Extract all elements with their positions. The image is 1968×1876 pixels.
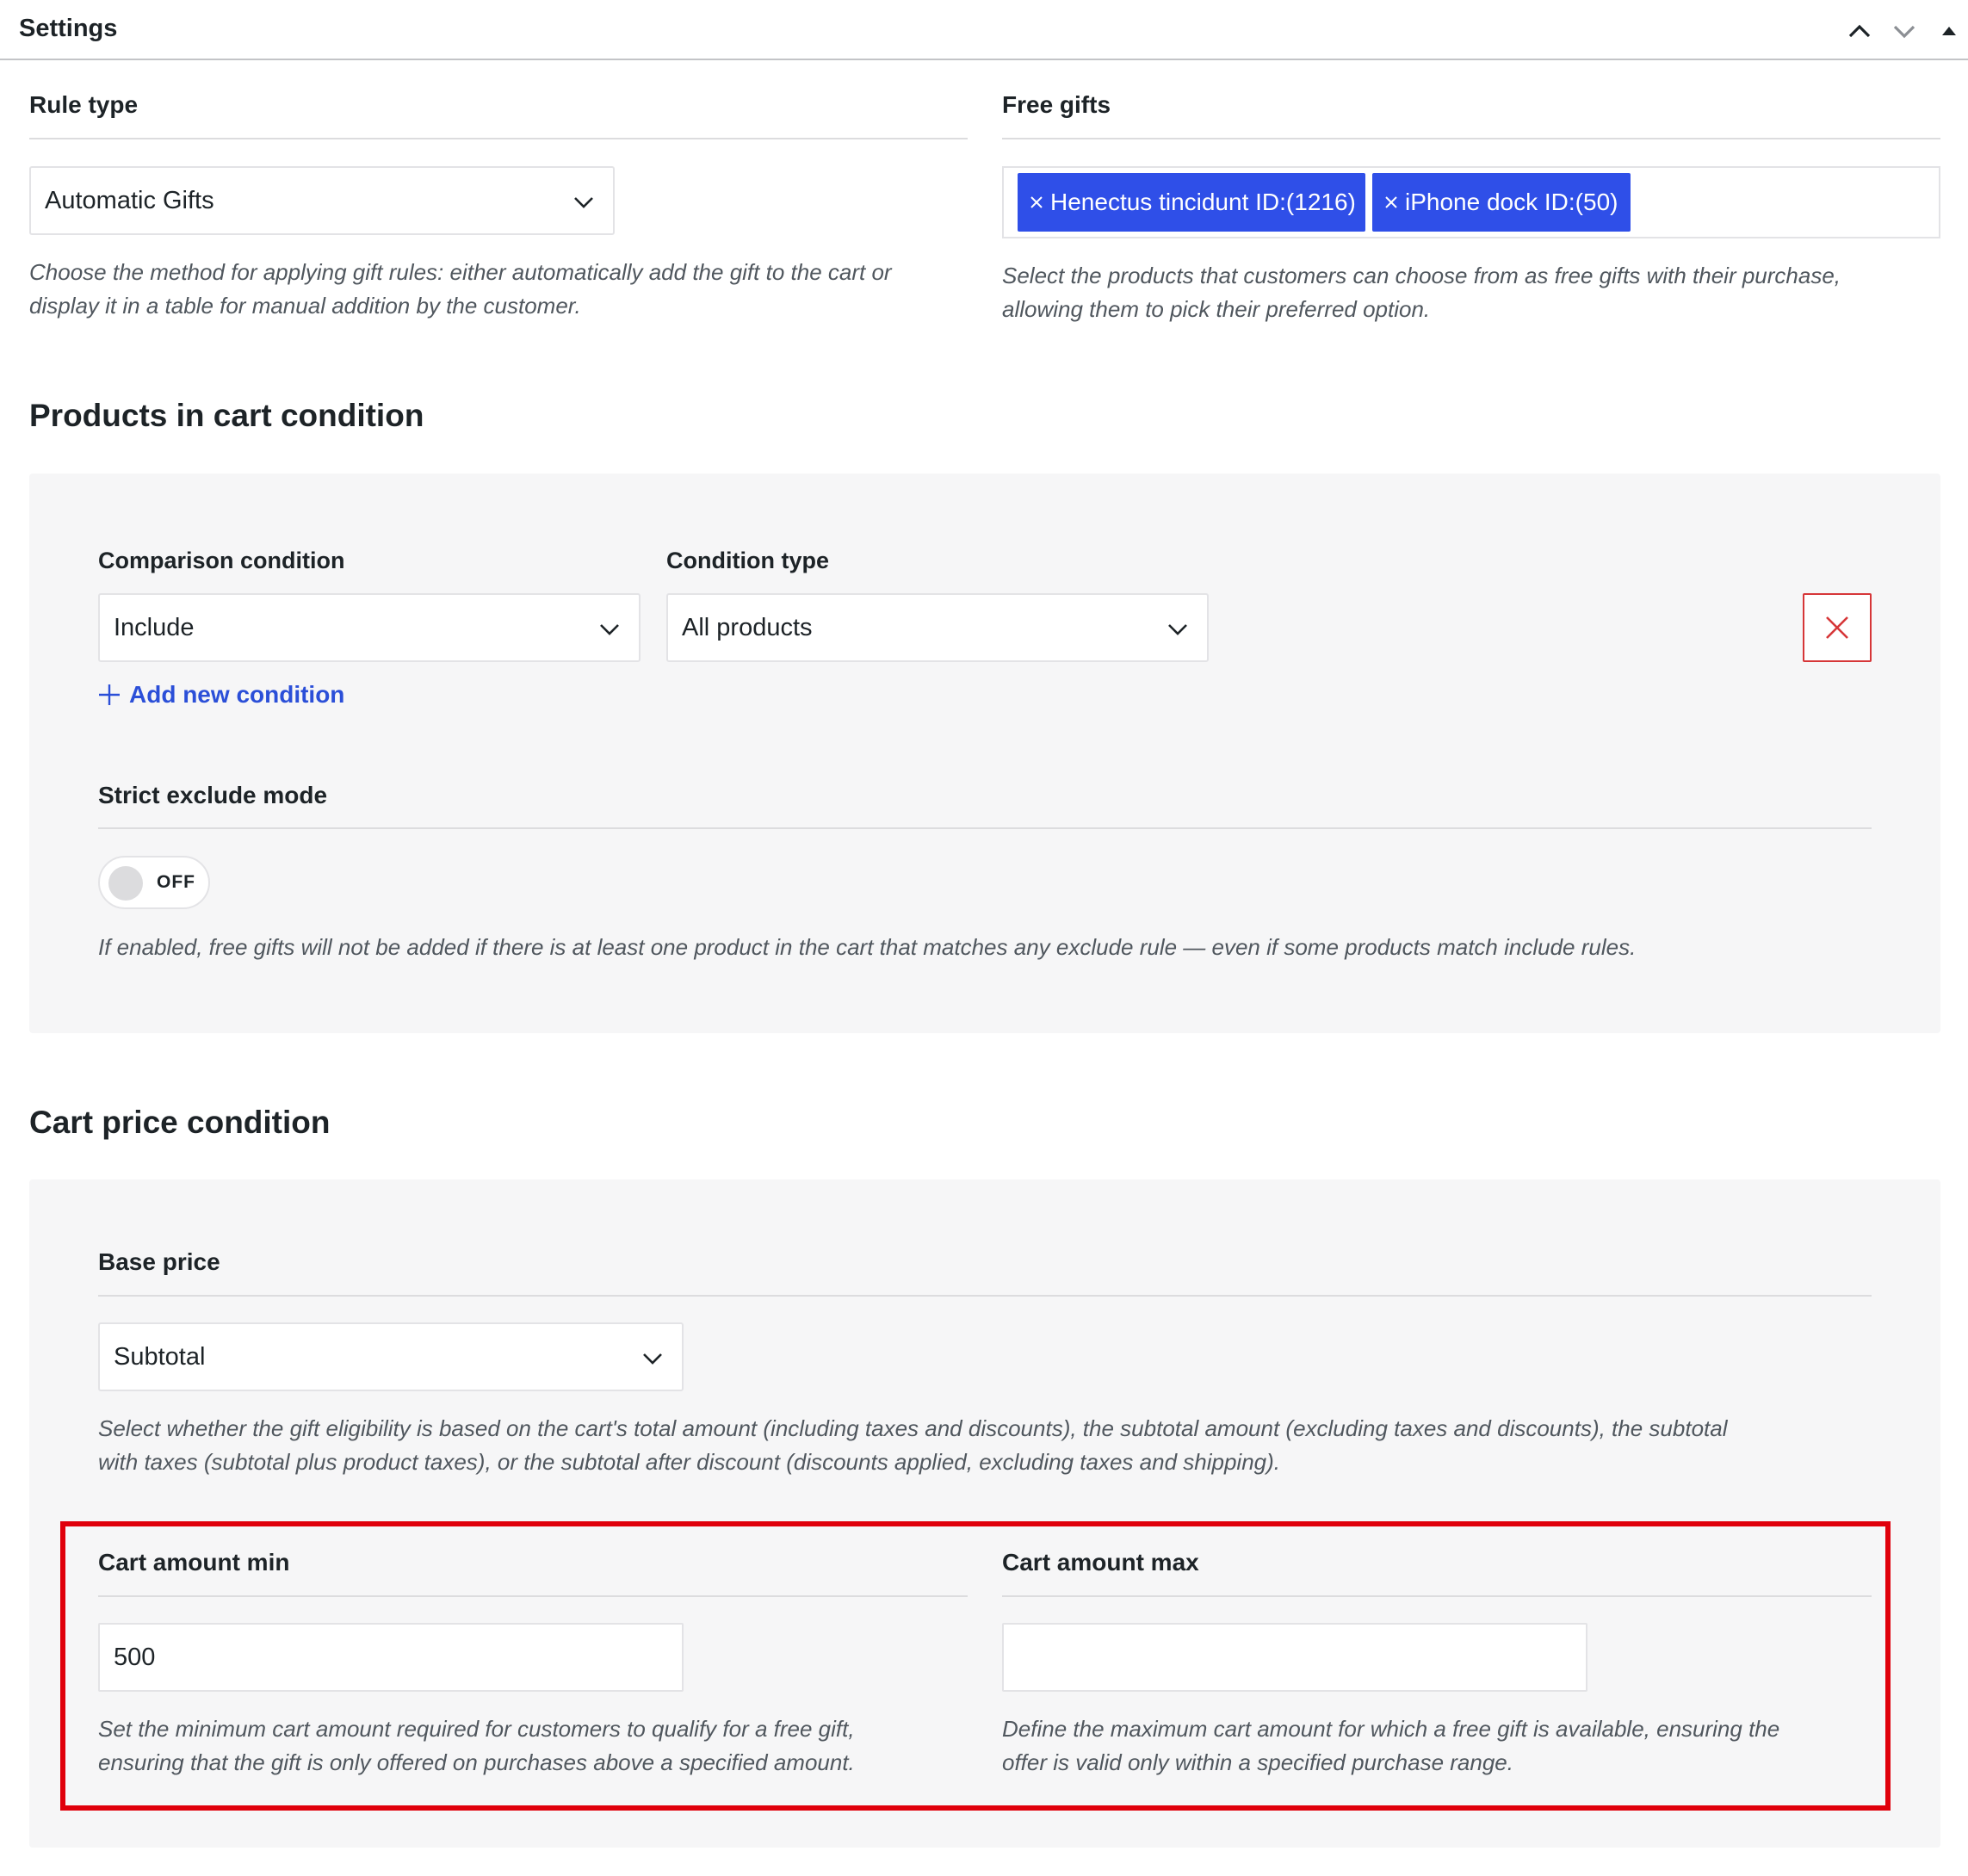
chevron-down-icon — [574, 197, 593, 208]
comparison-condition-label: Comparison condition — [98, 548, 345, 573]
base-price-select[interactable]: Subtotal — [98, 1322, 684, 1391]
toggle-panel-button[interactable] — [1932, 14, 1966, 48]
plus-icon — [99, 684, 120, 705]
gift-tag-label: iPhone dock ID:(50) — [1405, 189, 1618, 215]
free-gifts-field[interactable]: Henectus tincidunt ID:(1216) iPhone dock… — [1002, 166, 1940, 238]
triangle-up-icon — [1942, 27, 1956, 35]
section-title: Products in cart condition — [29, 398, 424, 433]
remove-tag-icon[interactable] — [1028, 194, 1045, 211]
condition-type-value: All products — [682, 614, 813, 641]
rule-type-select[interactable]: Automatic Gifts — [29, 166, 615, 235]
move-down-button[interactable] — [1887, 14, 1922, 48]
desc-line: Select the products that customers can c… — [1002, 263, 1841, 288]
rule-type-description: Choose the method for applying gift rule… — [29, 256, 976, 323]
toggle-state-text: OFF — [157, 872, 195, 892]
close-icon — [1826, 616, 1848, 639]
chevron-down-icon — [600, 624, 619, 635]
desc-line: display it in a table for manual additio… — [29, 293, 581, 319]
free-gifts-label: Free gifts — [1002, 91, 1111, 118]
divider — [98, 827, 1872, 829]
rule-type-label: Rule type — [29, 91, 139, 118]
add-new-condition-link[interactable]: Add new condition — [98, 681, 344, 709]
add-new-condition-label: Add new condition — [129, 681, 345, 708]
base-price-label: Base price — [98, 1248, 220, 1275]
condition-type-select[interactable]: All products — [666, 593, 1209, 662]
base-price-value: Subtotal — [114, 1343, 206, 1371]
settings-header: Settings — [0, 0, 1968, 60]
chevron-down-icon — [1168, 624, 1187, 635]
gift-tag-label: Henectus tincidunt ID:(1216) — [1050, 189, 1356, 215]
desc-line: Select whether the gift eligibility is b… — [98, 1415, 1728, 1441]
strict-exclude-toggle[interactable]: OFF — [98, 856, 210, 909]
comparison-condition-select[interactable]: Include — [98, 593, 641, 662]
gift-tag: iPhone dock ID:(50) — [1372, 173, 1631, 232]
desc-line: allowing them to pick their preferred op… — [1002, 296, 1431, 322]
remove-tag-icon[interactable] — [1383, 194, 1400, 211]
strict-exclude-label: Strict exclude mode — [98, 782, 328, 808]
divider — [1002, 138, 1940, 139]
chevron-down-icon — [643, 1353, 662, 1365]
chevron-up-icon — [1848, 24, 1871, 38]
move-up-button[interactable] — [1842, 14, 1877, 48]
free-gifts-description: Select the products that customers can c… — [1002, 259, 1958, 326]
divider — [29, 138, 968, 139]
divider — [98, 1295, 1872, 1297]
highlight-box — [60, 1521, 1891, 1811]
gift-tag: Henectus tincidunt ID:(1216) — [1018, 173, 1365, 232]
desc-line: Choose the method for applying gift rule… — [29, 259, 892, 285]
desc-line: with taxes (subtotal plus product taxes)… — [98, 1449, 1280, 1475]
comparison-condition-value: Include — [114, 614, 195, 641]
rule-type-value: Automatic Gifts — [45, 187, 214, 214]
strict-exclude-description: If enabled, free gifts will not be added… — [98, 934, 1637, 960]
delete-condition-button[interactable] — [1803, 593, 1872, 662]
panel-title: Settings — [19, 15, 118, 42]
base-price-description: Select whether the gift eligibility is b… — [98, 1412, 1906, 1479]
section-title: Cart price condition — [29, 1105, 331, 1140]
chevron-down-icon — [1893, 25, 1915, 39]
toggle-knob — [108, 866, 143, 901]
condition-type-label: Condition type — [666, 548, 829, 573]
